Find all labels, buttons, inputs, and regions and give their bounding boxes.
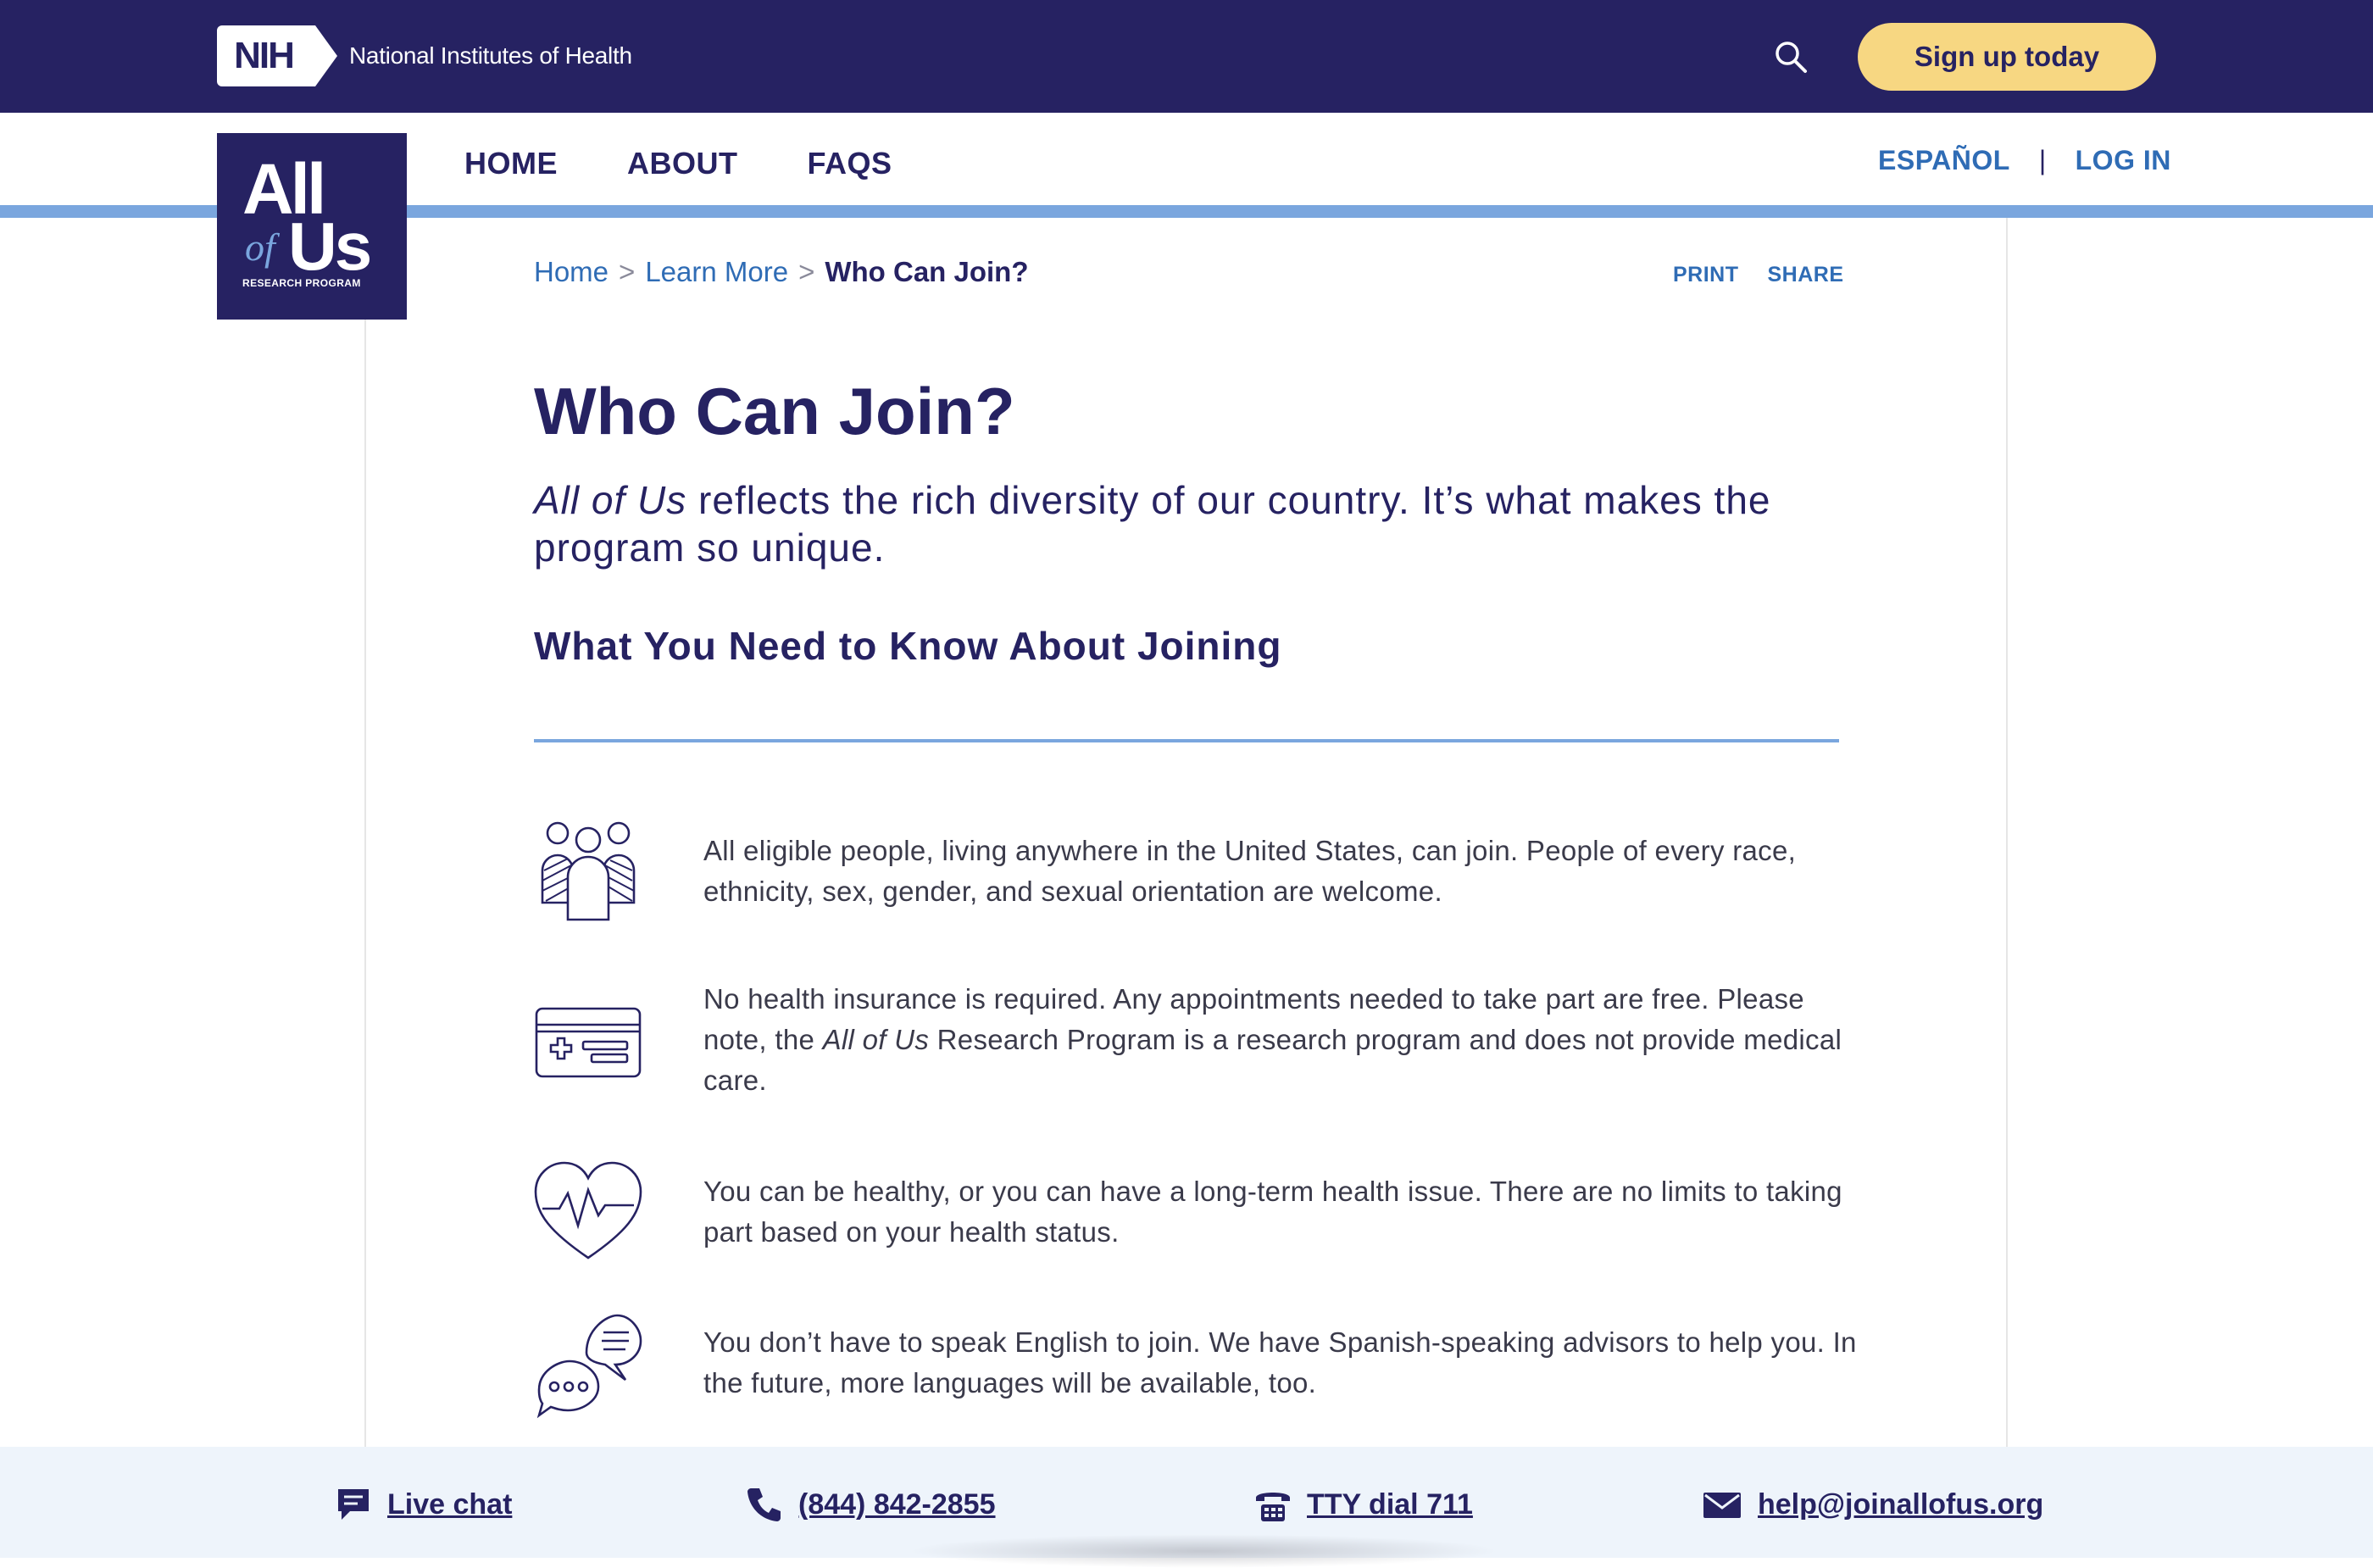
scroll-shadow [907, 1534, 1500, 1568]
nih-abbr: NIH [234, 35, 295, 76]
email-address: help@joinallofus.org [1758, 1487, 2044, 1521]
tty-label: TTY dial 711 [1307, 1487, 1473, 1521]
list-item-text: No health insurance is required. Any app… [703, 979, 1864, 1101]
logo-of: of [245, 225, 275, 269]
nih-logo-mark: NIH [217, 25, 337, 86]
breadcrumb-learn-more[interactable]: Learn More [645, 256, 788, 288]
nav-utility-links: ESPAÑOL | LOG IN [1878, 145, 2171, 176]
espanol-link[interactable]: ESPAÑOL [1878, 145, 2010, 176]
tty-link[interactable]: TTY dial 711 [1254, 1486, 1473, 1523]
breadcrumb-home[interactable]: Home [534, 256, 609, 288]
breadcrumb-separator: > [619, 256, 636, 287]
page-tools: PRINT SHARE [1673, 263, 1844, 287]
nav-about[interactable]: ABOUT [627, 146, 738, 181]
list-item-program-name: All of Us [822, 1024, 930, 1055]
login-link[interactable]: LOG IN [2076, 145, 2171, 176]
list-item-text: All eligible people, living anywhere in … [703, 835, 1797, 907]
content-border-left [364, 218, 366, 1447]
nav-links: HOME ABOUT FAQS [464, 146, 892, 181]
tty-icon [1256, 1493, 1290, 1521]
phone-icon [747, 1488, 781, 1521]
content-border-right [2006, 218, 2008, 1447]
intro-program-name: All of Us [534, 478, 687, 522]
breadcrumb: Home > Learn More > Who Can Join? [534, 256, 1029, 288]
section-heading: What You Need to Know About Joining [534, 624, 1282, 668]
nih-name: National Institutes of Health [349, 42, 632, 69]
section-divider [534, 739, 1839, 742]
nav-faqs[interactable]: FAQS [808, 146, 892, 181]
people-icon [541, 821, 636, 921]
mail-icon [1703, 1493, 1741, 1518]
all-of-us-logo[interactable]: All of Us RESEARCH PROGRAM [217, 133, 407, 320]
phone-link[interactable]: (844) 842-2855 [746, 1486, 996, 1523]
breadcrumb-separator: > [798, 256, 815, 287]
page-title: Who Can Join? [534, 374, 1015, 448]
share-link[interactable]: SHARE [1768, 263, 1844, 287]
list-item-text: You don’t have to speak English to join.… [703, 1326, 1857, 1398]
nav-home[interactable]: HOME [464, 146, 558, 181]
logo-research-program: RESEARCH PROGRAM [242, 277, 361, 289]
intro-text: All of Us reflects the rich diversity of… [534, 476, 1856, 571]
nav-separator: | [2038, 145, 2047, 175]
live-chat-label: Live chat [387, 1487, 513, 1521]
sign-up-button[interactable]: Sign up today [1858, 23, 2156, 91]
phone-number: (844) 842-2855 [798, 1487, 996, 1521]
intro-body: reflects the rich diversity of our count… [534, 478, 1771, 570]
speech-bubbles-icon [536, 1314, 642, 1419]
nih-logo[interactable]: NIH National Institutes of Health [217, 25, 632, 86]
search-icon[interactable] [1771, 37, 1810, 76]
breadcrumb-current: Who Can Join? [825, 256, 1029, 287]
email-link[interactable]: help@joinallofus.org [1702, 1486, 2043, 1523]
logo-us: Us [288, 209, 372, 284]
live-chat-link[interactable]: Live chat [335, 1486, 512, 1523]
insurance-card-icon [535, 1007, 642, 1078]
list-item-text: You can be healthy, or you can have a lo… [703, 1176, 1842, 1248]
print-link[interactable]: PRINT [1673, 263, 1739, 287]
heart-pulse-icon [534, 1161, 642, 1259]
chat-icon [338, 1489, 369, 1520]
nih-top-bar: NIH National Institutes of Health Sign u… [0, 0, 2373, 113]
